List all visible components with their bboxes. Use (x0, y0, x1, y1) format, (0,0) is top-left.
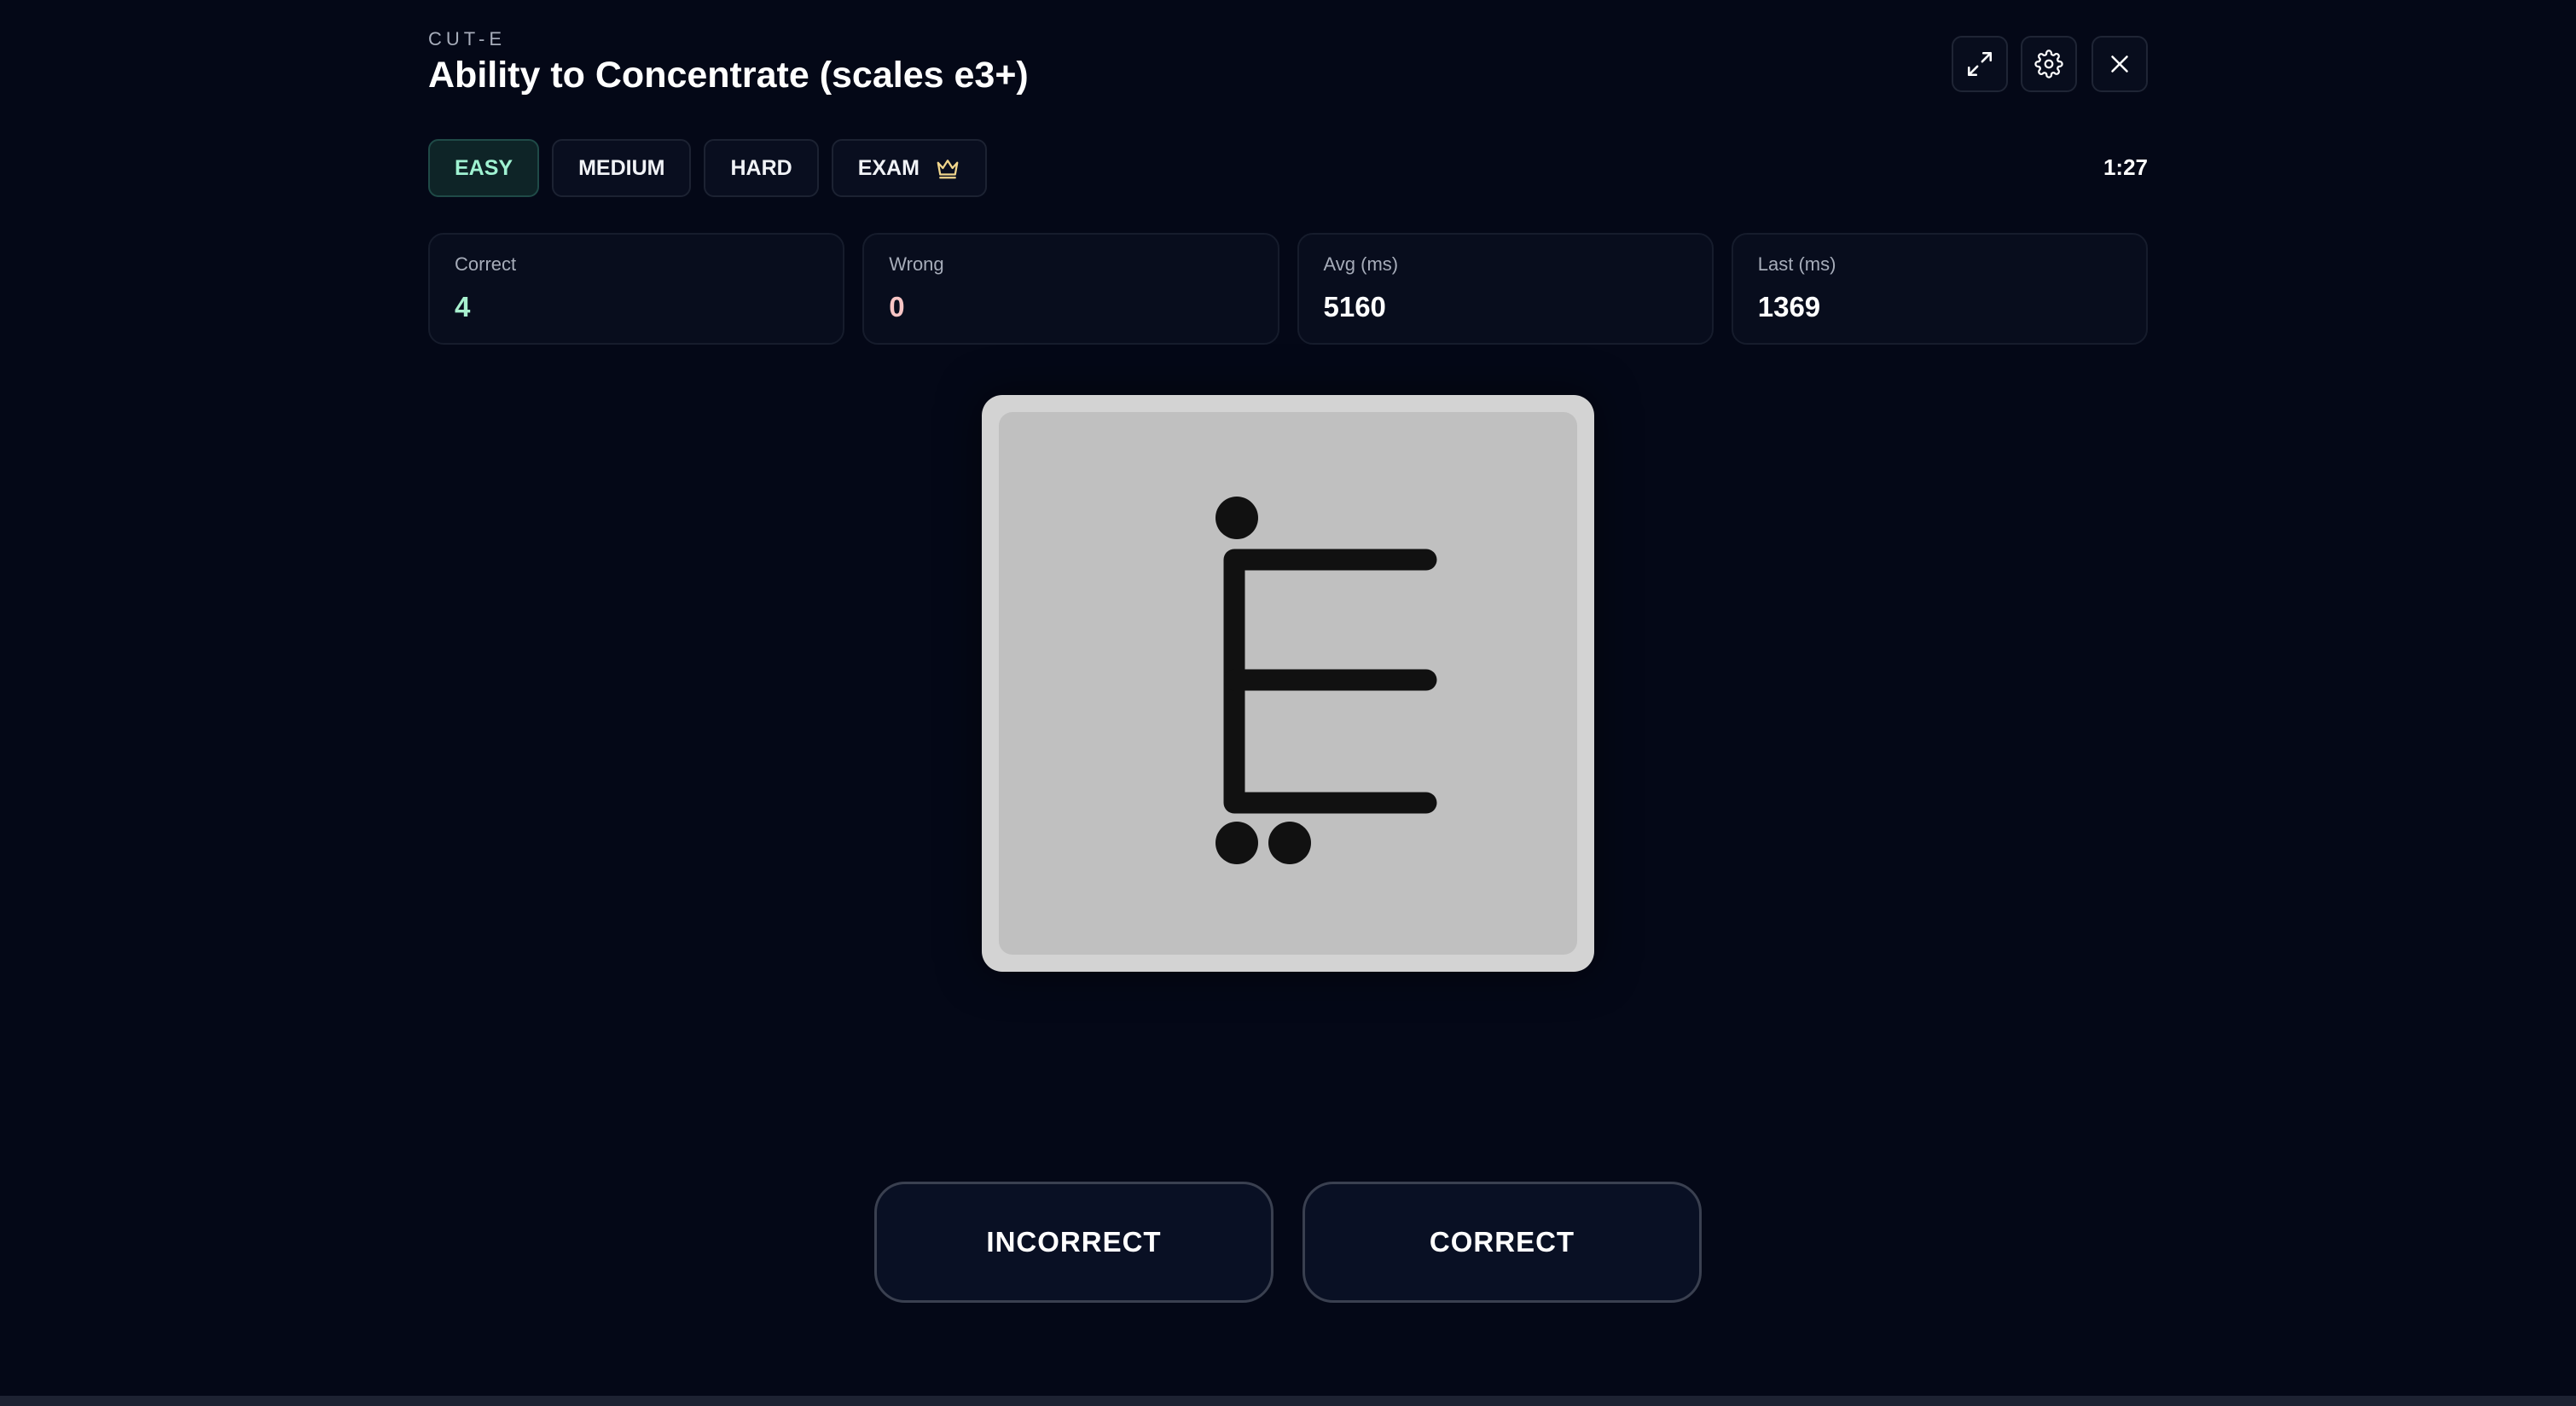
correct-button[interactable]: CORRECT (1303, 1182, 1702, 1303)
stat-card-wrong: Wrong 0 (862, 233, 1279, 345)
tab-easy[interactable]: EASY (428, 139, 540, 197)
tab-label: HARD (730, 155, 792, 180)
stat-value: 4 (455, 291, 471, 322)
stat-label: Wrong (889, 253, 944, 275)
dot-below (1268, 822, 1311, 864)
stat-card-correct: Correct 4 (428, 233, 845, 345)
incorrect-button[interactable]: INCORRECT (874, 1182, 1273, 1303)
stat-label: Last (ms) (1757, 253, 1836, 275)
close-button[interactable] (2092, 36, 2148, 92)
stimulus-area (999, 412, 1577, 955)
stimulus-card (982, 395, 1594, 972)
stat-card-last: Last (ms) 1369 (1731, 233, 2148, 345)
settings-button[interactable] (2021, 36, 2077, 92)
tab-label: MEDIUM (578, 155, 665, 180)
tab-medium[interactable]: MEDIUM (552, 139, 692, 197)
stat-card-avg: Avg (ms) 5160 (1297, 233, 1714, 345)
tab-hard[interactable]: HARD (704, 139, 819, 197)
tab-exam[interactable]: EXAM (831, 139, 987, 197)
tab-label: EXAM (857, 155, 920, 180)
page-title: Ability to Concentrate (scales e3+) (428, 55, 1029, 96)
crown-icon (935, 155, 960, 181)
stat-label: Correct (455, 253, 517, 275)
dot-above (1215, 497, 1258, 539)
bottom-bar (0, 1396, 2576, 1406)
test-screen: CUT-E Ability to Concentrate (scales e3+… (428, 0, 2148, 1406)
difficulty-tabs: EASY MEDIUM HARD EXAM (428, 139, 987, 197)
gear-icon (2034, 49, 2063, 78)
stimulus-figure (1215, 497, 1437, 864)
expand-icon (1965, 49, 1994, 78)
letter-e-glyph (1223, 549, 1437, 814)
stat-label: Avg (ms) (1323, 253, 1399, 275)
timer: 1:27 (2103, 154, 2148, 180)
stat-value: 1369 (1757, 291, 1821, 322)
tab-label: EASY (455, 155, 513, 180)
fullscreen-button[interactable] (1952, 36, 2008, 92)
stats-row: Correct 4 Wrong 0 Avg (ms) 5160 Last (ms… (428, 233, 2148, 345)
close-icon (2105, 49, 2134, 78)
dot-below (1215, 822, 1258, 864)
stat-value: 5160 (1323, 291, 1386, 322)
test-provider-label: CUT-E (428, 28, 506, 49)
stat-value: 0 (889, 291, 905, 322)
